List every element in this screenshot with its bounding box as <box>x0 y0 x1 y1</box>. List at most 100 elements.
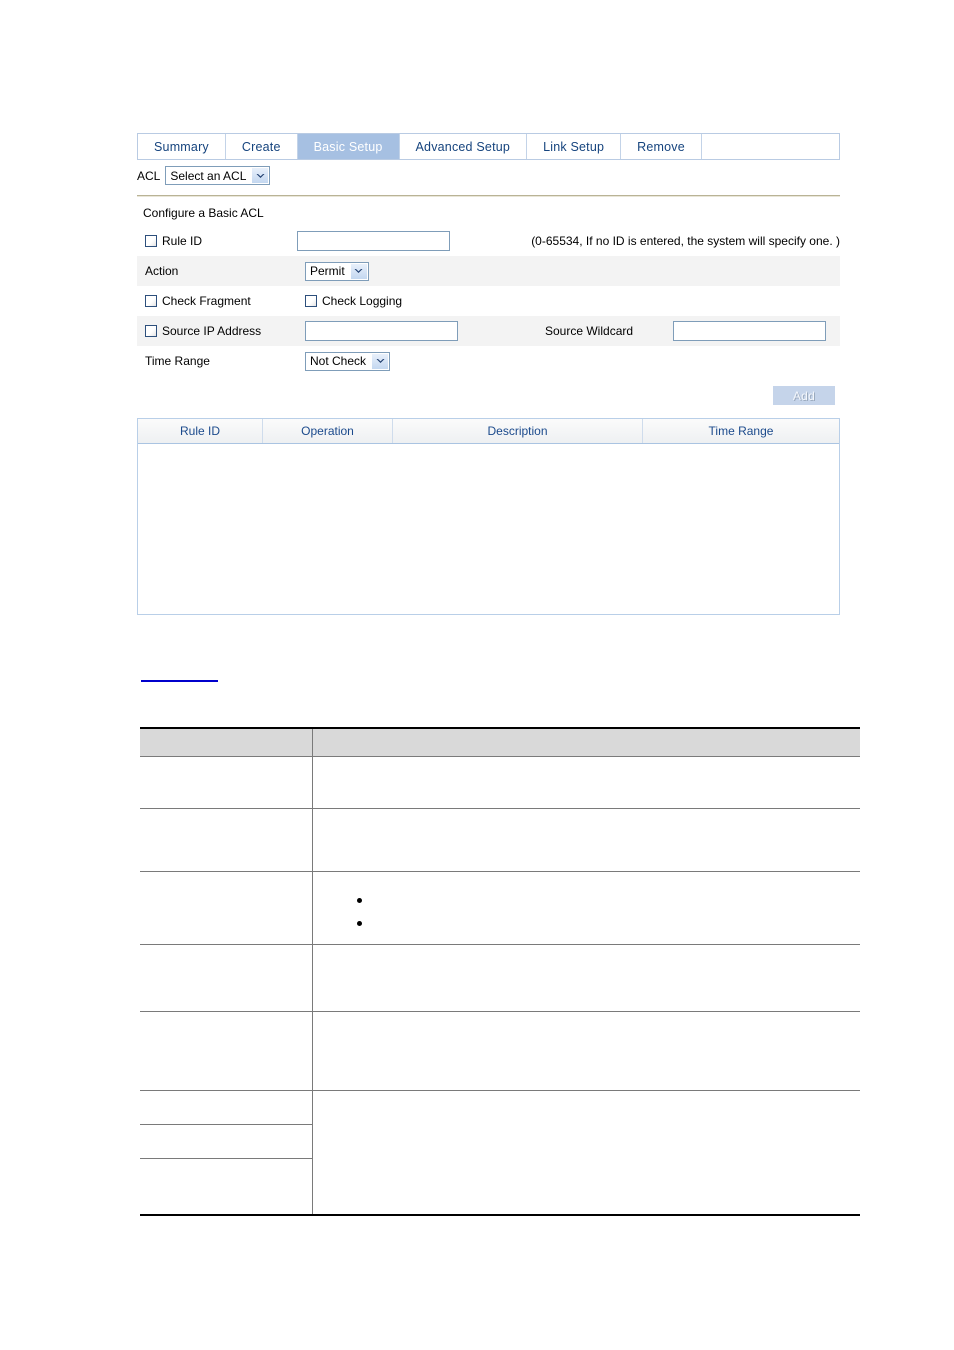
source-ip-input[interactable] <box>305 321 458 341</box>
action-select[interactable]: Permit <box>305 261 369 281</box>
tab-advanced-setup[interactable]: Advanced Setup <box>400 134 528 159</box>
rule-id-input-cell <box>289 226 517 256</box>
doc-cell-description <box>312 1011 860 1091</box>
doc-table-row <box>140 756 860 809</box>
doc-table-row-with-bullets <box>140 871 860 945</box>
doc-bullet-item <box>357 921 362 926</box>
doc-table-header-row <box>140 728 860 757</box>
rules-table: Rule ID Operation Description Time Range <box>137 418 840 615</box>
rule-id-checkbox[interactable] <box>145 235 157 247</box>
doc-table-row <box>140 1158 860 1216</box>
tab-remove-label: Remove <box>637 139 685 154</box>
doc-table-row <box>140 944 860 1012</box>
add-button[interactable]: Add <box>773 386 835 405</box>
check-options-row: Check Fragment Check Logging <box>137 286 840 316</box>
acl-selector-row: ACL Select an ACL <box>137 160 840 191</box>
acl-select-value: Select an ACL <box>170 168 247 183</box>
rules-table-header: Rule ID Operation Description Time Range <box>138 419 839 444</box>
doc-cell-field <box>140 871 313 945</box>
doc-cell-description <box>312 1158 860 1216</box>
doc-cell-field <box>140 756 313 809</box>
tab-advanced-setup-label: Advanced Setup <box>415 139 511 154</box>
column-header-operation: Operation <box>263 419 393 443</box>
check-logging-wrap[interactable]: Check Logging <box>305 294 402 308</box>
tab-bar: Summary Create Basic Setup Advanced Setu… <box>137 133 840 160</box>
doc-cell-field <box>140 1090 313 1125</box>
tab-summary[interactable]: Summary <box>138 134 226 159</box>
column-header-rule-id: Rule ID <box>138 419 263 443</box>
acl-select[interactable]: Select an ACL <box>165 166 271 185</box>
doc-cell-field <box>140 944 313 1012</box>
acl-label: ACL <box>137 168 161 183</box>
doc-cell-field <box>140 1011 313 1091</box>
source-ip-input-cell <box>297 316 537 346</box>
check-fragment-cell: Check Fragment <box>137 286 297 316</box>
doc-anchor-link[interactable] <box>141 669 218 682</box>
rule-id-hint: (0-65534, If no ID is entered, the syste… <box>531 234 840 248</box>
source-wildcard-input-cell <box>665 316 840 346</box>
doc-cell-field <box>140 808 313 872</box>
tab-link-setup-label: Link Setup <box>543 139 605 154</box>
doc-cell-field <box>140 1158 313 1216</box>
doc-cell-description <box>312 756 860 809</box>
doc-table-row <box>140 808 860 872</box>
tab-link-setup[interactable]: Link Setup <box>527 134 622 159</box>
rule-id-hint-cell: (0-65534, If no ID is entered, the syste… <box>517 226 840 256</box>
tab-bar-filler <box>702 134 839 159</box>
doc-cell-description <box>313 1091 861 1159</box>
source-row: Source IP Address Source Wildcard <box>137 316 840 346</box>
doc-header-cell-description <box>312 728 860 757</box>
source-ip-wrap[interactable]: Source IP Address <box>145 324 261 338</box>
doc-description-table <box>140 727 860 1216</box>
rule-id-row: Rule ID (0-65534, If no ID is entered, t… <box>137 226 840 256</box>
column-header-time-range: Time Range <box>708 424 774 438</box>
form-title: Configure a Basic ACL <box>143 206 264 220</box>
time-range-label: Time Range <box>145 354 210 368</box>
chevron-down-icon <box>251 168 269 183</box>
column-header-description: Description <box>393 419 643 443</box>
action-row: Action Permit <box>137 256 840 286</box>
doc-table-row <box>140 1011 860 1091</box>
doc-anchor-underline <box>141 680 218 682</box>
doc-header-cell-field <box>140 728 313 757</box>
rules-table-body <box>138 444 839 614</box>
doc-table-row <box>140 1090 860 1125</box>
rule-id-label-cell: Rule ID <box>137 226 289 256</box>
action-select-cell: Permit <box>297 256 840 286</box>
doc-bullet-item <box>357 898 362 903</box>
time-range-select[interactable]: Not Check <box>305 351 391 371</box>
chevron-down-icon <box>371 353 389 369</box>
tab-remove[interactable]: Remove <box>621 134 702 159</box>
tab-summary-label: Summary <box>154 139 209 154</box>
doc-cell-description <box>312 871 860 945</box>
add-button-label: Add <box>792 388 816 403</box>
source-wildcard-label-cell: Source Wildcard <box>537 316 665 346</box>
source-wildcard-input[interactable] <box>673 321 826 341</box>
source-ip-checkbox[interactable] <box>145 325 157 337</box>
check-logging-checkbox[interactable] <box>305 295 317 307</box>
check-logging-label: Check Logging <box>322 294 403 308</box>
source-wildcard-label: Source Wildcard <box>545 324 634 338</box>
tab-basic-setup-label: Basic Setup <box>313 139 383 154</box>
rule-id-input[interactable] <box>297 231 451 251</box>
doc-cell-description <box>312 944 860 1012</box>
source-ip-label-cell: Source IP Address <box>137 316 297 346</box>
time-range-select-value: Not Check <box>310 354 367 368</box>
time-range-select-cell: Not Check <box>297 346 840 376</box>
check-fragment-label: Check Fragment <box>162 294 251 308</box>
check-fragment-wrap[interactable]: Check Fragment <box>145 294 251 308</box>
rule-id-checkbox-wrap[interactable]: Rule ID <box>145 234 202 248</box>
doc-cell-description <box>312 808 860 872</box>
action-label-cell: Action <box>137 256 297 286</box>
tab-create-label: Create <box>241 139 281 154</box>
tab-create[interactable]: Create <box>226 134 298 159</box>
tab-basic-setup[interactable]: Basic Setup <box>297 134 400 159</box>
check-logging-cell: Check Logging <box>297 286 840 316</box>
chevron-down-icon <box>349 263 367 279</box>
time-range-label-cell: Time Range <box>137 346 297 376</box>
action-select-value: Permit <box>310 264 345 278</box>
source-ip-label: Source IP Address <box>162 324 262 338</box>
doc-cell-field <box>140 1124 313 1159</box>
time-range-row: Time Range Not Check <box>137 346 840 376</box>
check-fragment-checkbox[interactable] <box>145 295 157 307</box>
